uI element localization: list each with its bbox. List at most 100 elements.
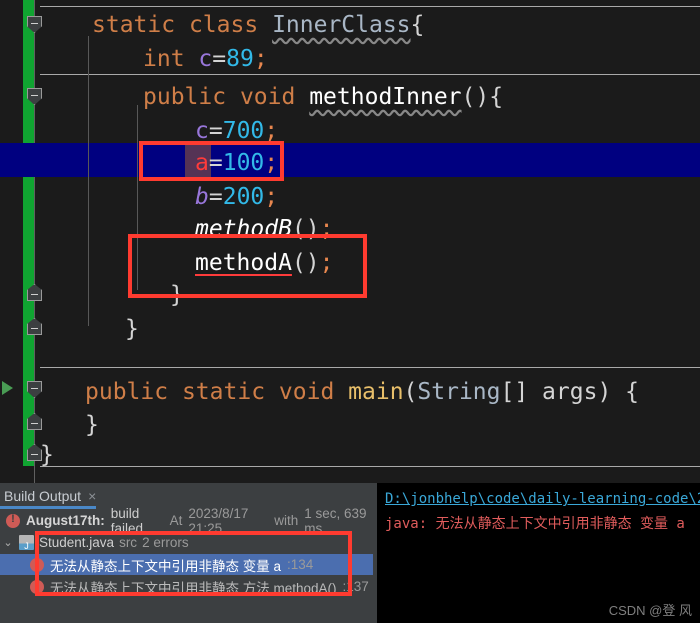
code-token: main	[348, 379, 404, 405]
build-file-module: src	[119, 535, 138, 550]
code-line[interactable]: methodB();	[195, 212, 334, 246]
code-token: b	[195, 184, 209, 210]
code-line[interactable]: }	[170, 278, 184, 312]
code-token: ;	[264, 150, 279, 176]
code-token: c	[198, 46, 213, 72]
code-line[interactable]: public static void main(String[] args) {	[85, 375, 639, 409]
code-token: methodB	[195, 216, 292, 242]
tab-active-indicator	[0, 506, 96, 509]
caret-line-highlight	[0, 143, 700, 177]
code-token: public	[143, 84, 227, 110]
code-token: static	[92, 12, 176, 38]
code-token: =	[208, 150, 223, 176]
code-line[interactable]: }	[125, 312, 139, 346]
console-output[interactable]: D:\jonbhelp\code\daily-learning-code\202…	[377, 483, 700, 623]
code-token: =	[208, 184, 223, 210]
build-error-row-2[interactable]: 无法从静态上下文中引用非静态 方法 methodA() :137	[0, 576, 373, 597]
code-token: =	[208, 118, 223, 144]
chevron-down-icon[interactable]: ⌄	[2, 536, 14, 549]
code-token: }	[40, 442, 54, 468]
code-line[interactable]: }	[85, 408, 99, 442]
code-token: InnerClass	[272, 12, 411, 38]
code-token: a	[195, 150, 209, 176]
code-token: ;	[264, 184, 279, 210]
code-line[interactable]: static class InnerClass{	[92, 8, 424, 42]
build-file-error-count: 2 errors	[142, 535, 189, 550]
code-token: {	[410, 12, 425, 38]
error-message: 无法从静态上下文中引用非静态 方法 methodA()	[50, 580, 337, 596]
code-token: void	[278, 379, 335, 405]
code-token: {	[489, 84, 504, 110]
fold-region-line	[34, 0, 35, 483]
method-separator	[40, 6, 700, 7]
code-token: class	[188, 12, 259, 38]
code-token: ()	[461, 84, 490, 110]
build-file-name: Student.java	[39, 535, 115, 550]
tab-label: Build Output	[4, 488, 82, 504]
code-token: ;	[319, 250, 334, 276]
build-timestamp: 2023/8/17 21:25	[188, 505, 249, 536]
error-icon	[6, 513, 20, 528]
code-token: {	[625, 379, 639, 405]
code-line[interactable]: }	[40, 438, 54, 472]
indent-guide	[137, 105, 138, 290]
build-with-label: with	[274, 513, 299, 528]
method-separator	[40, 466, 700, 467]
code-token: =	[212, 46, 227, 72]
code-text-area[interactable]: static class InnerClass{int c=89; public …	[0, 0, 700, 483]
code-token: 89	[226, 46, 254, 72]
indent-guide	[88, 36, 89, 326]
error-icon	[30, 579, 44, 594]
code-line[interactable]: a=100;	[195, 146, 278, 180]
build-at-label: At	[169, 513, 183, 528]
code-token: []	[500, 379, 543, 405]
code-token: 100	[222, 150, 265, 176]
code-line[interactable]: int c=89;	[143, 42, 268, 76]
build-status: build failed	[110, 505, 144, 536]
build-summary-row[interactable]: August17th: build failed At 2023/8/17 21…	[0, 506, 373, 536]
code-line[interactable]: methodA();	[195, 246, 334, 280]
close-icon[interactable]: ×	[88, 489, 96, 503]
code-token: ()	[291, 216, 320, 242]
error-message: 无法从静态上下文中引用非静态 变量 a	[50, 558, 282, 574]
build-tabstrip[interactable]: Build Output ×	[0, 483, 373, 509]
code-line[interactable]: b=200;	[195, 180, 278, 214]
code-token: )	[597, 379, 626, 405]
code-token: }	[85, 412, 99, 438]
code-token: 200	[222, 184, 265, 210]
java-file-icon	[19, 535, 34, 551]
code-token: ()	[291, 250, 320, 276]
build-date: August17th:	[26, 513, 105, 528]
error-line-number: :137	[342, 579, 369, 594]
code-line[interactable]: public void methodInner(){	[143, 80, 503, 114]
code-token: ;	[319, 216, 334, 242]
code-token: }	[170, 282, 184, 308]
method-separator	[40, 74, 700, 75]
error-icon	[30, 557, 44, 572]
build-error-row-1[interactable]: 无法从静态上下文中引用非静态 变量 a :134	[0, 554, 373, 575]
code-token: }	[125, 316, 139, 342]
code-token: methodA	[195, 250, 292, 276]
code-editor[interactable]: static class InnerClass{int c=89; public …	[0, 0, 700, 483]
console-error-text: java: 无法从静态上下文中引用非静态 变量 a	[385, 516, 685, 532]
code-token: int	[143, 46, 185, 72]
code-token: args	[542, 379, 598, 405]
console-path-link[interactable]: D:\jonbhelp\code\daily-learning-code\202	[385, 491, 700, 507]
build-results-tree[interactable]: August17th: build failed At 2023/8/17 21…	[0, 506, 373, 623]
run-gutter-icon[interactable]	[2, 381, 13, 395]
code-token: public	[85, 379, 169, 405]
code-line[interactable]: c=700;	[195, 114, 278, 148]
tab-build-output[interactable]: Build Output ×	[4, 485, 96, 507]
method-separator	[40, 367, 700, 368]
build-file-row[interactable]: ⌄ Student.java src 2 errors	[0, 532, 373, 553]
code-token: static	[181, 379, 266, 405]
code-token: 700	[222, 118, 265, 144]
